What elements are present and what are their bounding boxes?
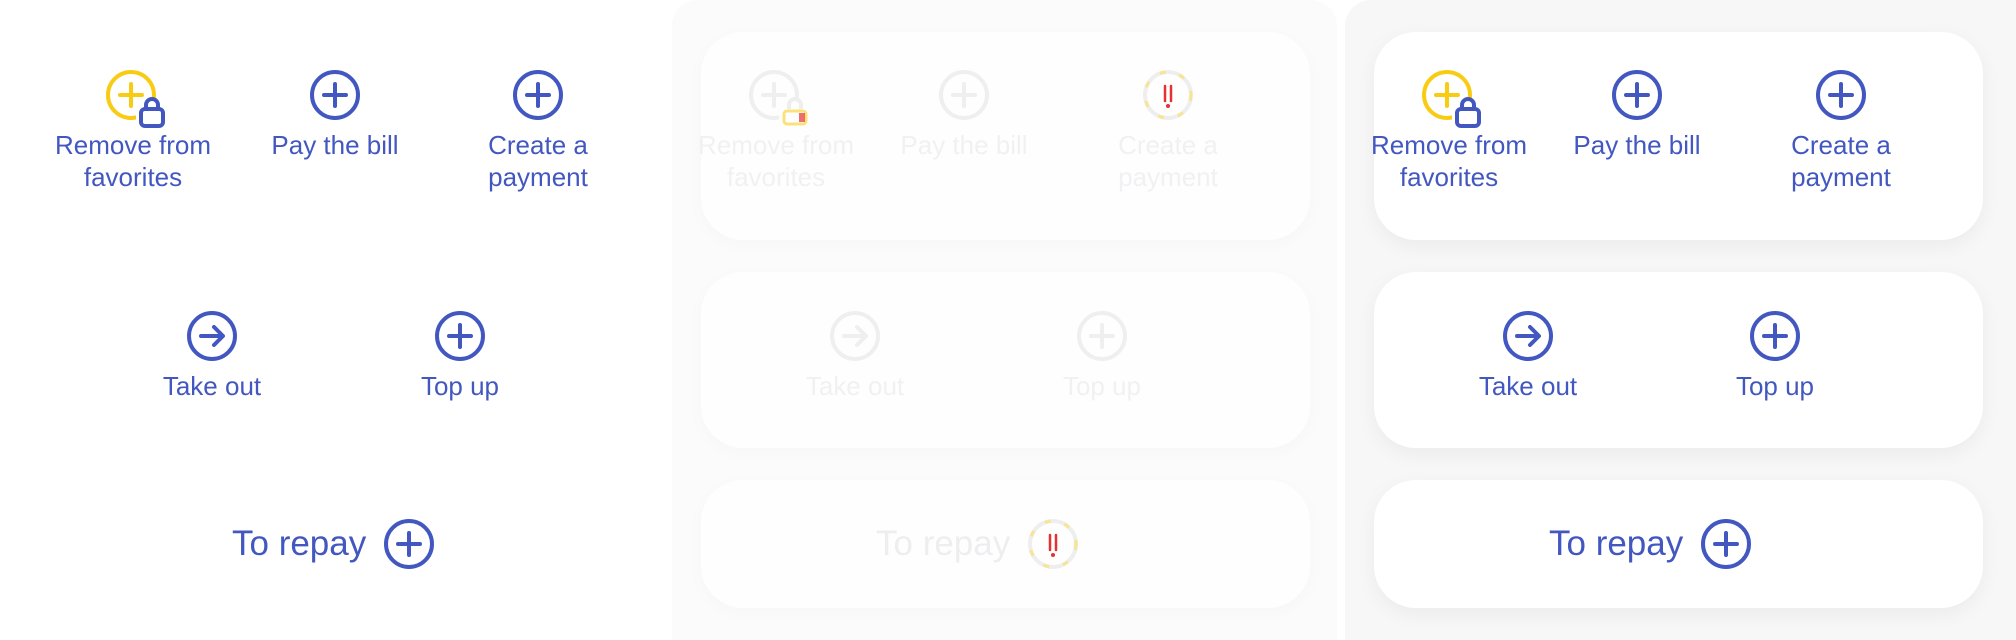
remove-favorites-label: Remove from favorites xyxy=(1370,130,1528,192)
to-repay-label: To repay xyxy=(1549,524,1684,563)
top-up-button[interactable]: Top up xyxy=(1719,309,1831,402)
take-out-button[interactable]: Take out xyxy=(1466,309,1590,402)
pay-bill-label: Pay the bill xyxy=(271,130,399,160)
plus-circle-icon xyxy=(511,68,565,122)
remove-favorites-label: Remove from favorites xyxy=(54,130,212,192)
top-up-label: Top up xyxy=(420,371,500,401)
to-repay-button[interactable]: To repay xyxy=(876,517,1080,571)
error-circle-icon xyxy=(1141,68,1195,122)
plus-circle-icon xyxy=(1610,68,1664,122)
pay-bill-label: Pay the bill xyxy=(1573,130,1701,160)
actions-card-row3: To repay xyxy=(1374,480,1983,608)
actions-card-row2: Take out Top up xyxy=(701,272,1310,448)
pay-bill-button[interactable]: Pay the bill xyxy=(882,68,1046,161)
actions-card-row1: Remove from favorites Pay the bill Creat… xyxy=(1371,32,1983,240)
pay-bill-button[interactable]: Pay the bill xyxy=(1555,68,1719,161)
take-out-label: Take out xyxy=(1478,371,1578,401)
create-payment-button[interactable]: Create a payment xyxy=(457,68,619,193)
plus-circle-icon xyxy=(937,68,991,122)
to-repay-button[interactable]: To repay xyxy=(1549,517,1753,571)
take-out-button[interactable]: Take out xyxy=(150,309,274,402)
remove-favorite-lock-icon xyxy=(1422,68,1482,130)
to-repay-button[interactable]: To repay xyxy=(232,517,436,571)
actions-card-row3: To repay xyxy=(701,480,1310,608)
remove-favorite-lock-icon xyxy=(749,68,809,130)
top-up-label: Top up xyxy=(1735,371,1815,401)
take-out-label: Take out xyxy=(805,371,905,401)
create-payment-label: Create a payment xyxy=(488,130,588,192)
top-up-label: Top up xyxy=(1062,371,1142,401)
pay-bill-label: Pay the bill xyxy=(900,130,1028,160)
remove-favorite-lock-icon xyxy=(106,68,166,130)
create-payment-label: Create a payment xyxy=(1791,130,1891,192)
plus-circle-icon xyxy=(1814,68,1868,122)
to-repay-label: To repay xyxy=(232,524,367,563)
remove-favorites-button[interactable]: Remove from favorites xyxy=(1345,68,1553,193)
plus-circle-icon xyxy=(308,68,362,122)
panel-disabled: Remove from favorites Pay the bill Creat… xyxy=(672,0,1337,640)
remove-favorites-button[interactable]: Remove from favorites xyxy=(42,68,224,193)
error-circle-icon xyxy=(1026,517,1080,571)
remove-favorites-label: Remove from favorites xyxy=(697,130,855,192)
plus-circle-icon xyxy=(433,309,487,363)
actions-card-row1: Remove from favorites Pay the bill Creat… xyxy=(698,32,1310,240)
arrow-right-circle-icon xyxy=(1501,309,1555,363)
top-up-button[interactable]: Top up xyxy=(1046,309,1158,402)
remove-favorites-button[interactable]: Remove from favorites xyxy=(672,68,880,193)
create-payment-button[interactable]: Create a payment xyxy=(1086,68,1250,193)
plus-circle-icon xyxy=(1748,309,1802,363)
to-repay-label: To repay xyxy=(876,524,1011,563)
plus-circle-icon xyxy=(1699,517,1753,571)
take-out-button[interactable]: Take out xyxy=(793,309,917,402)
arrow-right-circle-icon xyxy=(828,309,882,363)
take-out-label: Take out xyxy=(162,371,262,401)
panel-plain: Remove from favorites Pay the bill Creat… xyxy=(0,0,658,640)
create-payment-label: Create a payment xyxy=(1118,130,1218,192)
plus-circle-icon xyxy=(382,517,436,571)
arrow-right-circle-icon xyxy=(185,309,239,363)
actions-card-row2: Take out Top up xyxy=(1374,272,1983,448)
create-payment-button[interactable]: Create a payment xyxy=(1759,68,1923,193)
plus-circle-icon xyxy=(1075,309,1129,363)
top-up-button[interactable]: Top up xyxy=(404,309,516,402)
pay-bill-button[interactable]: Pay the bill xyxy=(254,68,416,161)
panel-card: Remove from favorites Pay the bill Creat… xyxy=(1345,0,2016,640)
